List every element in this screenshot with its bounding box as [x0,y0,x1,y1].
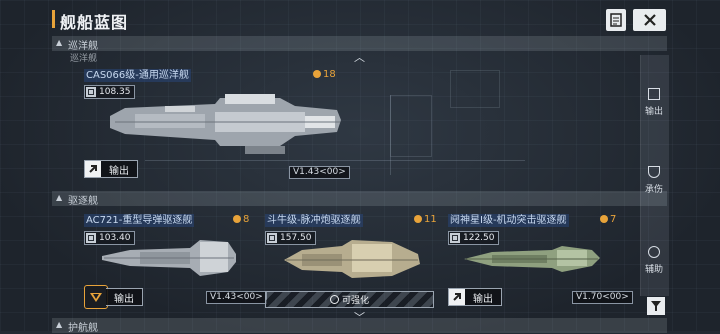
document-icon [610,13,622,27]
ship-name: CAS066级-通用巡洋舰 [84,69,191,82]
gear-icon [600,215,608,223]
ship-cas066-drawing [110,94,341,154]
close-icon [643,14,656,26]
ship-image-bull[interactable] [282,238,422,280]
side-item-support[interactable]: 辅助 [642,246,666,275]
level-value: 7 [610,214,617,225]
export-label: 输出 [114,293,134,305]
filter-icon [651,301,661,311]
enhance-icon [329,295,339,304]
title-accent [52,10,55,28]
upgrade-badge[interactable] [84,285,108,309]
ship-name: 斗牛级-脉冲炮驱逐舰 [265,214,363,227]
section-label: 驱逐舰 [68,196,98,207]
version-badge: V1.43<00> [206,291,267,304]
arrow-out-icon [85,161,101,177]
side-item-output[interactable]: 输出 [642,88,666,117]
version-badge: V1.70<00> [572,291,633,304]
export-button[interactable]: 输出 [448,288,502,306]
level-value: 11 [424,214,437,225]
ship-image-cas066[interactable] [105,92,345,162]
ship-level: 11 [414,214,437,225]
collapse-arrow-icon: ▲ [56,320,63,329]
ship-level: 7 [600,214,616,225]
ship-name: 阋神星I级-机动突击驱逐舰 [448,214,569,227]
power-icon [86,87,96,97]
arrow-out-icon [449,289,465,305]
ship-level: 18 [313,69,336,80]
section-label: 护航舰 [68,323,98,334]
section-label-partial: 巡洋舰 [70,54,98,64]
export-button[interactable]: 输出 [84,160,138,178]
collapse-arrow-icon: ▲ [56,38,63,47]
power-icon [450,233,460,243]
section-label: 巡洋舰 [68,41,98,52]
side-item-label: 承伤 [644,185,663,195]
ship-ac721-drawing [102,240,236,276]
chevron-up-icon[interactable]: ︿ [354,49,365,65]
stat-value: 122.50 [463,233,495,243]
export-button[interactable]: 输出 [106,288,143,306]
export-label: 输出 [109,165,129,177]
support-icon [648,246,660,258]
level-value: 18 [323,69,336,80]
document-button[interactable] [606,9,626,31]
side-item-label: 辅助 [644,265,663,275]
side-item-label: 输出 [644,107,663,117]
gear-icon [233,215,241,223]
version-badge: V1.43<00> [289,166,350,179]
filter-button[interactable] [647,297,665,315]
enhance-label: 可强化 [341,296,369,306]
shield-icon [648,166,660,178]
ship-bull-drawing [284,240,420,278]
power-icon [267,233,277,243]
collapse-arrow-icon: ▲ [56,193,63,202]
side-item-tank[interactable]: 承伤 [642,166,666,195]
ship-image-eris[interactable] [462,244,602,274]
ship-image-ac721[interactable] [100,238,240,278]
ship-level: 8 [233,214,249,225]
ship-name: AC721-重型导弹驱逐舰 [84,214,195,227]
blueprint-frame [450,70,500,108]
export-label: 输出 [473,293,493,305]
gear-icon [414,215,422,223]
gear-icon [313,70,321,78]
enhance-button[interactable]: 可强化 [265,291,434,308]
level-value: 8 [243,214,250,225]
section-header-destroyer[interactable]: ▲ 驱逐舰 [52,191,667,207]
ship-eris-drawing [464,246,600,272]
close-button[interactable] [633,9,666,31]
arrow-out-icon [648,88,660,100]
rank-chevron-icon [90,293,102,302]
power-icon [86,233,96,243]
blueprint-frame [390,95,432,157]
page-title: 舰船蓝图 [60,13,129,32]
ship-stat: 122.50 [448,231,499,245]
